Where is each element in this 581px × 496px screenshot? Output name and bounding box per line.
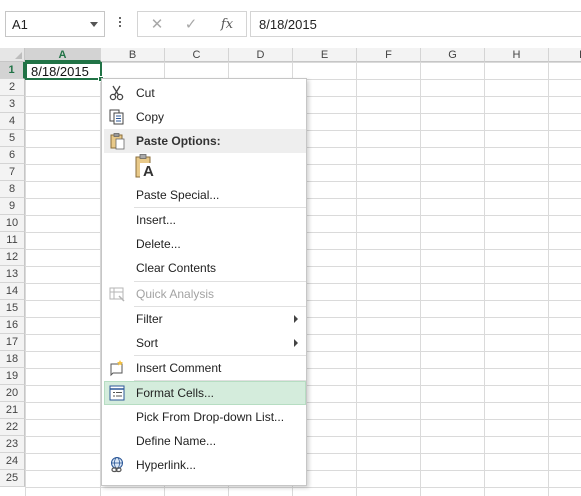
hyperlink-icon xyxy=(111,457,123,473)
row-header-22[interactable]: 22 xyxy=(0,419,25,436)
menu-header-paste-options: Paste Options: xyxy=(104,129,306,153)
menu-item-clear-contents[interactable]: Clear Contents xyxy=(104,256,306,280)
row-header-15[interactable]: 15 xyxy=(0,300,25,317)
more-options-icon[interactable] xyxy=(117,15,123,33)
column-header-f[interactable]: F xyxy=(357,48,421,62)
gridline xyxy=(356,62,357,496)
menu-label-paste-special: Paste Special... xyxy=(136,188,220,202)
gridline xyxy=(484,62,485,496)
menu-label-hyperlink: Hyperlink... xyxy=(136,458,197,472)
paste-option-glyph: A xyxy=(143,163,154,180)
column-header-b[interactable]: B xyxy=(101,48,165,62)
submenu-arrow-icon xyxy=(294,339,298,347)
menu-label-insert: Insert... xyxy=(136,213,177,227)
scissors-icon xyxy=(109,85,124,101)
menu-label-paste-options: Paste Options: xyxy=(136,134,221,148)
menu-label-define-name: Define Name... xyxy=(136,434,217,448)
context-menu: Cut Copy Paste Options: A Paste Special.… xyxy=(101,78,307,486)
row-header-16[interactable]: 16 xyxy=(0,317,25,334)
cell-a1-value: 8/18/2015 xyxy=(31,64,89,79)
column-header-c[interactable]: C xyxy=(165,48,229,62)
row-header-25[interactable]: 25 xyxy=(0,470,25,487)
row-header-13[interactable]: 13 xyxy=(0,266,25,283)
gridline xyxy=(548,62,549,496)
cancel-icon[interactable]: ✕ xyxy=(146,15,168,35)
chevron-down-icon[interactable] xyxy=(90,22,98,27)
menu-item-cut[interactable]: Cut xyxy=(104,81,306,105)
row-header-7[interactable]: 7 xyxy=(0,164,25,181)
menu-item-filter[interactable]: Filter xyxy=(104,307,306,331)
row-header-8[interactable]: 8 xyxy=(0,181,25,198)
menu-item-format-cells[interactable]: Format Cells... xyxy=(104,381,306,405)
paste-option-button[interactable]: A xyxy=(134,153,158,183)
row-header-4[interactable]: 4 xyxy=(0,113,25,130)
row-header-17[interactable]: 17 xyxy=(0,334,25,351)
menu-label-copy: Copy xyxy=(136,110,165,124)
row-header-20[interactable]: 20 xyxy=(0,385,25,402)
column-header-d[interactable]: D xyxy=(229,48,293,62)
comment-icon xyxy=(110,360,123,377)
row-header-3[interactable]: 3 xyxy=(0,96,25,113)
row-header-9[interactable]: 9 xyxy=(0,198,25,215)
formula-input[interactable]: 8/18/2015 xyxy=(250,11,581,37)
row-header-11[interactable]: 11 xyxy=(0,232,25,249)
menu-label-insert-comment: Insert Comment xyxy=(136,361,222,375)
clipboard-icon xyxy=(110,133,125,150)
menu-item-define-name[interactable]: Define Name... xyxy=(104,429,306,453)
formula-value: 8/18/2015 xyxy=(259,17,317,32)
menu-item-delete[interactable]: Delete... xyxy=(104,232,306,256)
menu-item-sort[interactable]: Sort xyxy=(104,331,306,355)
menu-item-hyperlink[interactable]: Hyperlink... xyxy=(104,453,306,477)
menu-label-delete: Delete... xyxy=(136,237,181,251)
formula-bar: A1 ✕ ✓ fx 8/18/2015 xyxy=(0,0,581,48)
row-header-21[interactable]: 21 xyxy=(0,402,25,419)
row-header-18[interactable]: 18 xyxy=(0,351,25,368)
row-header-10[interactable]: 10 xyxy=(0,215,25,232)
copy-icon xyxy=(109,109,124,125)
row-header-12[interactable]: 12 xyxy=(0,249,25,266)
menu-item-pick-from-dropdown[interactable]: Pick From Drop-down List... xyxy=(104,405,306,429)
menu-item-quick-analysis: Quick Analysis xyxy=(104,282,306,306)
quick-analysis-icon xyxy=(109,287,125,302)
menu-item-paste-special[interactable]: Paste Special... xyxy=(104,183,306,207)
menu-label-cut: Cut xyxy=(136,86,155,100)
formula-buttons: ✕ ✓ fx xyxy=(137,11,247,37)
menu-item-insert-comment[interactable]: Insert Comment xyxy=(104,356,306,380)
column-header-e[interactable]: E xyxy=(293,48,357,62)
select-all-button[interactable] xyxy=(0,48,25,62)
row-header-14[interactable]: 14 xyxy=(0,283,25,300)
column-header-g[interactable]: G xyxy=(421,48,485,62)
row-header-2[interactable]: 2 xyxy=(0,79,25,96)
menu-label-pick-from-dropdown: Pick From Drop-down List... xyxy=(136,410,285,424)
row-header-19[interactable]: 19 xyxy=(0,368,25,385)
menu-label-format-cells: Format Cells... xyxy=(136,386,215,400)
submenu-arrow-icon xyxy=(294,315,298,323)
menu-label-clear-contents: Clear Contents xyxy=(136,261,217,275)
menu-label-sort: Sort xyxy=(136,336,159,350)
insert-function-icon[interactable]: fx xyxy=(216,15,238,35)
gridline xyxy=(420,62,421,496)
row-header-1[interactable]: 1 xyxy=(0,62,25,79)
name-box[interactable]: A1 xyxy=(5,11,105,37)
menu-item-copy[interactable]: Copy xyxy=(104,105,306,129)
row-header-6[interactable]: 6 xyxy=(0,147,25,164)
column-header-i[interactable]: I xyxy=(549,48,581,62)
name-box-value: A1 xyxy=(12,17,28,32)
row-header-5[interactable]: 5 xyxy=(0,130,25,147)
menu-item-insert[interactable]: Insert... xyxy=(104,208,306,232)
selected-cell-a1[interactable]: 8/18/2015 xyxy=(25,62,104,82)
menu-label-filter: Filter xyxy=(136,312,163,326)
enter-icon[interactable]: ✓ xyxy=(180,15,202,35)
format-cells-icon xyxy=(109,385,125,401)
column-header-a[interactable]: A xyxy=(25,48,101,62)
row-header-23[interactable]: 23 xyxy=(0,436,25,453)
column-header-h[interactable]: H xyxy=(485,48,549,62)
menu-label-quick-analysis: Quick Analysis xyxy=(136,287,215,301)
row-header-24[interactable]: 24 xyxy=(0,453,25,470)
